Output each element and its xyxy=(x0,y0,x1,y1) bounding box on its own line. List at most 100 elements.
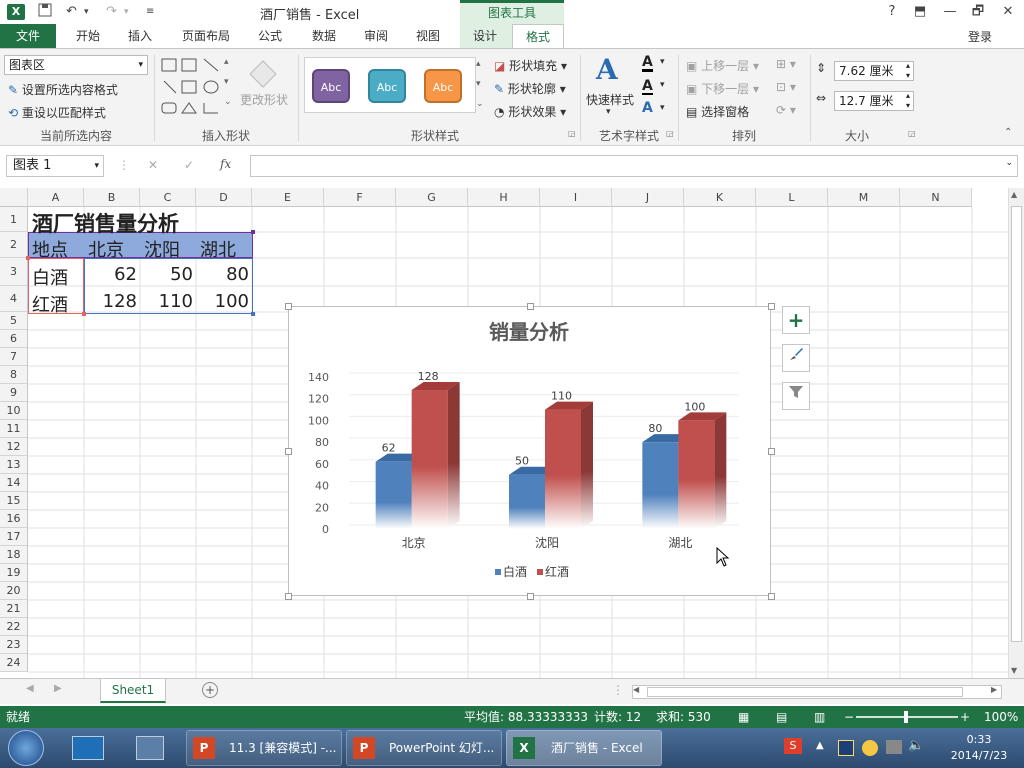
shape-style-aqua[interactable]: Abc xyxy=(368,69,406,103)
chart-elements-combo[interactable]: 图表区 ▾ xyxy=(4,55,148,75)
help-button[interactable]: ? xyxy=(880,3,904,21)
column-header-n[interactable]: N xyxy=(900,188,972,207)
hscroll-thumb[interactable] xyxy=(647,687,963,697)
ribbon-display-options-button[interactable]: ⬒ xyxy=(908,3,932,21)
row-header-21[interactable]: 21 xyxy=(0,600,28,618)
resize-handle[interactable] xyxy=(768,593,775,600)
cell-d4[interactable]: 100 xyxy=(196,291,249,312)
styles-scroll-up-icon[interactable]: ▴ xyxy=(476,59,481,69)
cell-d3[interactable]: 80 xyxy=(196,264,249,285)
network-icon[interactable] xyxy=(886,740,902,754)
row-header-2[interactable]: 2 xyxy=(0,232,28,258)
scroll-left-icon[interactable]: ◀ xyxy=(633,685,639,694)
bring-forward-button[interactable]: ▣ 上移一层 ▾ xyxy=(686,57,759,74)
row-header-16[interactable]: 16 xyxy=(0,510,28,528)
scroll-right-icon[interactable]: ▶ xyxy=(991,685,997,694)
row-header-11[interactable]: 11 xyxy=(0,420,28,438)
name-box[interactable]: 图表 1 ▾ xyxy=(6,155,104,177)
next-sheet-icon[interactable]: ▶ xyxy=(54,683,62,694)
clock[interactable]: 0:33 2014/7/23 xyxy=(944,732,1014,764)
cell-a1[interactable]: 酒厂销售量分析 xyxy=(32,208,179,238)
text-outline-icon[interactable]: A xyxy=(642,79,653,95)
cancel-icon[interactable]: ✕ xyxy=(148,158,158,172)
taskbar-powerpoint-2[interactable]: P PowerPoint 幻灯... xyxy=(346,730,502,766)
save-icon[interactable] xyxy=(38,3,52,21)
collapse-ribbon-icon[interactable]: ⌃ xyxy=(1004,127,1012,138)
shape-effects-button[interactable]: ◔ 形状效果 ▾ xyxy=(494,103,566,120)
column-header-i[interactable]: I xyxy=(540,188,612,207)
page-break-preview-icon[interactable]: ▥ xyxy=(814,706,825,728)
shape-fill-button[interactable]: ◪ 形状填充 ▾ xyxy=(494,57,567,74)
tab-review[interactable]: 审阅 xyxy=(354,24,398,48)
bar-hongjiu[interactable] xyxy=(545,409,581,529)
cell-a4[interactable]: 红酒 xyxy=(32,291,68,317)
legend-entry[interactable]: 白酒 xyxy=(503,564,527,579)
range-handle[interactable] xyxy=(26,256,30,260)
row-header-24[interactable]: 24 xyxy=(0,654,28,672)
cell-b2[interactable]: 北京 xyxy=(88,236,124,262)
chart-area[interactable]: 销量分析 0 20 40 60 80 100 120 140 62 128 北京 50 110 沈阳 80… xyxy=(288,306,771,596)
row-header-9[interactable]: 9 xyxy=(0,384,28,402)
column-header-c[interactable]: C xyxy=(140,188,196,207)
dialog-launcher-icon[interactable]: ◲ xyxy=(908,129,916,138)
taskbar-excel[interactable]: X 酒厂销售 - Excel xyxy=(506,730,662,766)
scroll-thumb[interactable] xyxy=(1011,206,1022,642)
column-header-b[interactable]: B xyxy=(84,188,140,207)
new-sheet-button[interactable]: + xyxy=(202,682,218,698)
cell-a3[interactable]: 白酒 xyxy=(32,264,68,290)
row-header-23[interactable]: 23 xyxy=(0,636,28,654)
styles-more-icon[interactable]: ⌄ xyxy=(476,99,484,109)
selection-pane-button[interactable]: ▤ 选择窗格 xyxy=(686,103,749,120)
cell-c3[interactable]: 50 xyxy=(140,264,193,285)
chart-filters-button[interactable] xyxy=(782,382,810,410)
change-shape-button[interactable]: 更改形状 xyxy=(240,91,288,108)
shape-style-orange[interactable]: Abc xyxy=(424,69,462,103)
show-desktop-icon[interactable] xyxy=(72,736,104,760)
column-header-m[interactable]: M xyxy=(828,188,900,207)
row-header-14[interactable]: 14 xyxy=(0,474,28,492)
cell-c4[interactable]: 110 xyxy=(140,291,193,312)
start-button-icon[interactable] xyxy=(8,730,44,766)
column-header-j[interactable]: J xyxy=(612,188,684,207)
text-effects-icon[interactable]: A xyxy=(642,101,653,115)
row-header-4[interactable]: 4 xyxy=(0,286,28,312)
column-header-h[interactable]: H xyxy=(468,188,540,207)
bar-baijiu[interactable] xyxy=(642,442,679,529)
zoom-out-icon[interactable]: − xyxy=(844,706,854,728)
rotate-icon[interactable]: ⟳ ▾ xyxy=(776,103,796,117)
row-header-1[interactable]: 1 xyxy=(0,207,28,232)
row-header-7[interactable]: 7 xyxy=(0,348,28,366)
bar-hongjiu[interactable] xyxy=(678,420,715,529)
normal-view-icon[interactable]: ▦ xyxy=(738,706,749,728)
tab-formulas[interactable]: 公式 xyxy=(248,24,292,48)
resize-handle[interactable] xyxy=(768,448,775,455)
formula-input[interactable]: ⌄ xyxy=(250,155,1018,177)
tab-file[interactable]: 文件 xyxy=(0,24,56,48)
align-icon[interactable]: ⊞ ▾ xyxy=(776,57,796,71)
chart-title[interactable]: 销量分析 xyxy=(489,320,569,344)
row-header-12[interactable]: 12 xyxy=(0,438,28,456)
resize-handle[interactable] xyxy=(526,303,534,310)
select-all-corner[interactable] xyxy=(0,188,28,207)
cell-b4[interactable]: 128 xyxy=(84,291,137,312)
text-fill-icon[interactable]: A xyxy=(642,55,653,72)
bar-hongjiu[interactable] xyxy=(411,390,448,529)
legend-entry[interactable]: 红酒 xyxy=(545,564,569,579)
tray-app-icon[interactable] xyxy=(838,740,854,756)
column-header-a[interactable]: A xyxy=(28,188,84,207)
cell-b3[interactable]: 62 xyxy=(84,264,137,285)
bar-baijiu[interactable] xyxy=(509,474,545,529)
row-header-20[interactable]: 20 xyxy=(0,582,28,600)
group-icon[interactable]: ⊡ ▾ xyxy=(776,80,796,94)
resize-handle[interactable] xyxy=(285,448,292,455)
sheet-tab-sheet1[interactable]: Sheet1 xyxy=(100,679,166,703)
shapes-scroll-down-icon[interactable]: ▾ xyxy=(224,77,229,87)
resize-handle[interactable] xyxy=(768,303,775,310)
redo-dropdown-icon[interactable]: ▾ xyxy=(124,3,129,21)
row-header-19[interactable]: 19 xyxy=(0,564,28,582)
tab-format[interactable]: 格式 xyxy=(512,24,564,48)
shape-outline-button[interactable]: ✎ 形状轮廓 ▾ xyxy=(494,80,566,97)
row-header-3[interactable]: 3 xyxy=(0,258,28,286)
tray-app-icon[interactable] xyxy=(862,740,878,756)
wps-tray-icon[interactable]: S xyxy=(784,738,802,754)
